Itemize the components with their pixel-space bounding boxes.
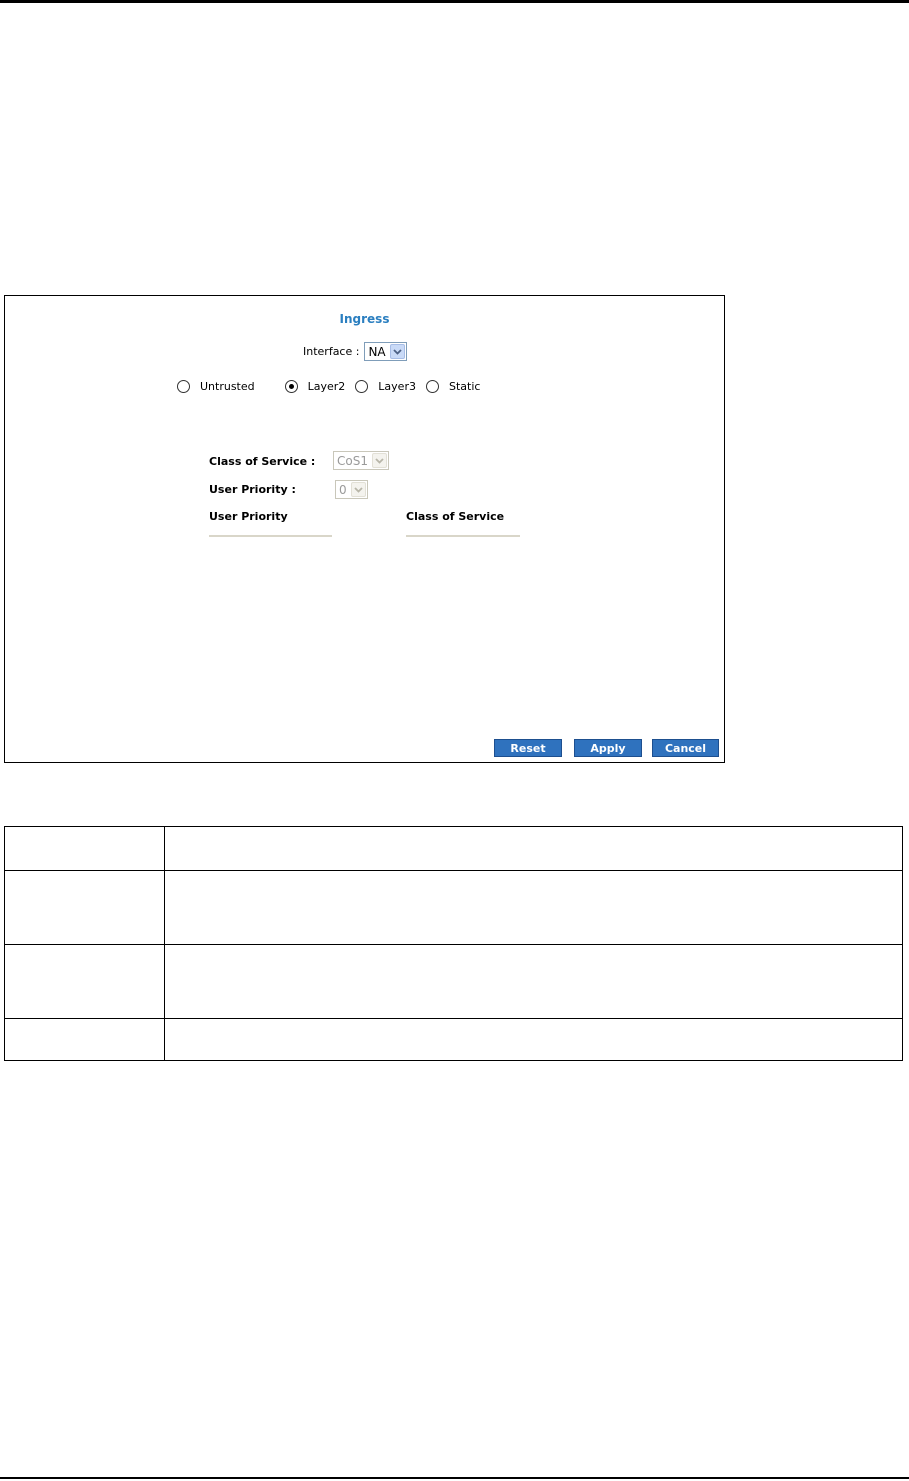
table-cell xyxy=(164,870,903,945)
interface-value: NA xyxy=(368,344,386,359)
column-divider xyxy=(209,535,332,537)
column-divider xyxy=(406,535,520,537)
radio-button[interactable] xyxy=(425,380,439,393)
table-row xyxy=(4,870,903,945)
radio-button[interactable] xyxy=(284,380,298,393)
table-row xyxy=(4,944,903,1019)
cos-label: Class of Service : xyxy=(209,455,316,468)
table-cell xyxy=(164,944,903,1019)
priority-label: User Priority : xyxy=(209,483,296,496)
radio-static[interactable]: Static xyxy=(425,380,481,393)
radio-layer2[interactable]: Layer2 xyxy=(284,380,346,393)
cos-select[interactable]: CoS1 xyxy=(333,451,389,470)
chevron-down-icon[interactable] xyxy=(350,482,366,497)
radio-label: Layer2 xyxy=(307,380,346,393)
chevron-down-icon[interactable] xyxy=(389,344,405,359)
radio-button[interactable] xyxy=(355,380,369,393)
radio-layer3[interactable]: Layer3 xyxy=(355,380,416,393)
table-cell xyxy=(4,944,165,1019)
priority-value: 0 xyxy=(339,482,347,497)
chevron-down-icon[interactable] xyxy=(371,453,387,468)
table-cell xyxy=(4,870,165,945)
interface-label: Interface : xyxy=(303,345,360,358)
table-cell xyxy=(164,1018,903,1061)
column-header-user-priority: User Priority xyxy=(209,510,288,523)
radio-button[interactable] xyxy=(177,380,190,393)
interface-row: Interface : NA xyxy=(303,342,407,361)
table-cell xyxy=(164,826,903,871)
cos-value: CoS1 xyxy=(337,453,368,468)
panel-title: Ingress xyxy=(339,312,390,326)
radio-label: Untrusted xyxy=(200,380,255,393)
table-row xyxy=(4,1018,903,1061)
radio-untrusted[interactable]: Untrusted xyxy=(177,380,255,393)
reset-button[interactable]: Reset xyxy=(494,739,562,757)
bottom-rule xyxy=(0,1477,909,1479)
radio-label: Static xyxy=(448,380,481,393)
column-header-class-of-service: Class of Service xyxy=(406,510,505,523)
interface-select[interactable]: NA xyxy=(364,342,407,361)
radio-label: Layer3 xyxy=(378,380,416,393)
description-table xyxy=(4,826,903,1061)
trust-mode-group: Untrusted Layer2 Layer3 Static xyxy=(177,380,480,393)
priority-select[interactable]: 0 xyxy=(335,480,368,499)
top-rule xyxy=(0,0,909,3)
apply-button[interactable]: Apply xyxy=(574,739,642,757)
table-row xyxy=(4,826,903,871)
table-cell xyxy=(4,1018,165,1061)
ingress-panel: Ingress Interface : NA Untrusted Layer2 … xyxy=(4,295,725,763)
table-cell xyxy=(4,826,165,871)
cancel-button[interactable]: Cancel xyxy=(652,739,719,757)
